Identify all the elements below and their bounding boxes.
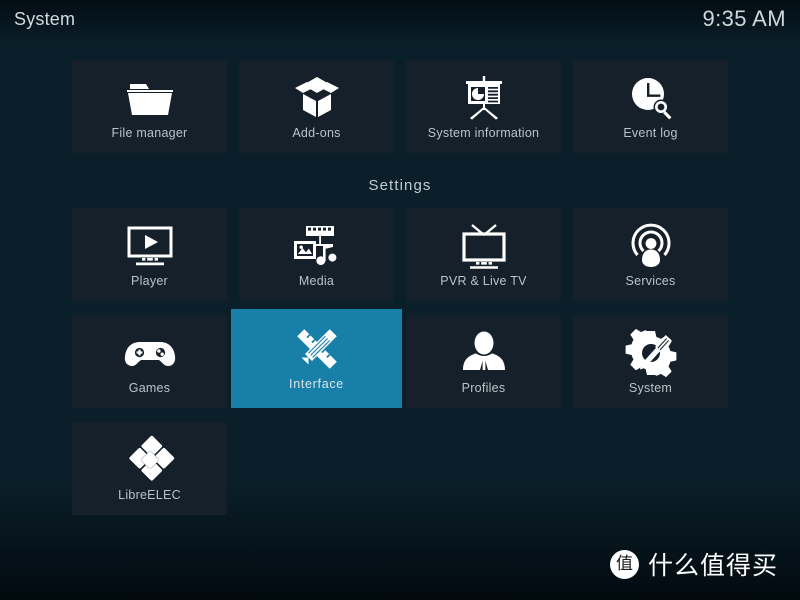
tile-player[interactable]: Player <box>72 208 227 301</box>
top-bar: System 9:35 AM <box>0 0 800 46</box>
clock: 9:35 AM <box>702 6 786 31</box>
pencil-ruler-icon <box>288 320 346 378</box>
tile-label: Add-ons <box>292 126 341 140</box>
media-library-icon <box>289 217 345 275</box>
watermark-badge-icon: 值 <box>609 549 639 579</box>
tile-file-manager[interactable]: File manager <box>72 60 227 153</box>
settings-section-label: Settings <box>368 177 432 194</box>
television-icon <box>457 217 511 275</box>
tile-pvr-live-tv[interactable]: PVR & Live TV <box>406 208 561 301</box>
watermark-text: 什么值得买 <box>647 551 778 580</box>
folder-icon <box>124 69 176 127</box>
tile-label: System information <box>427 126 540 140</box>
tile-interface[interactable]: Interface <box>231 309 402 408</box>
tile-services[interactable]: Services <box>573 208 728 301</box>
watermark: 值 什么值得买 <box>609 546 778 582</box>
kodi-system-screen: System 9:35 AM Settings File manager Add… <box>0 0 800 600</box>
tile-add-ons[interactable]: Add-ons <box>239 60 394 153</box>
clock-search-icon <box>625 69 677 127</box>
tile-label: Games <box>128 381 171 395</box>
tile-label: Media <box>298 274 335 288</box>
page-title: System <box>14 9 76 29</box>
user-bust-icon <box>459 324 509 382</box>
tile-label: LibreELEC <box>118 488 181 502</box>
gamepad-icon <box>122 324 178 382</box>
tile-label: Player <box>131 274 168 288</box>
tile-label: File manager <box>111 126 188 140</box>
tile-label: Services <box>625 274 676 288</box>
tile-label: PVR & Live TV <box>440 274 527 288</box>
presentation-chart-icon <box>458 69 510 127</box>
tile-system[interactable]: System <box>573 315 728 408</box>
monitor-play-icon <box>123 217 177 275</box>
tile-label: Interface <box>289 377 344 391</box>
tile-event-log[interactable]: Event log <box>573 60 728 153</box>
tile-grid: File manager Add-ons System information … <box>0 0 800 600</box>
gear-screwdriver-icon <box>624 324 678 382</box>
tile-system-information[interactable]: System information <box>406 60 561 153</box>
tile-profiles[interactable]: Profiles <box>406 315 561 408</box>
tile-libreelec[interactable]: LibreELEC <box>72 422 227 515</box>
broadcast-user-icon <box>625 217 677 275</box>
tile-games[interactable]: Games <box>72 315 227 408</box>
tile-label: System <box>628 381 673 395</box>
tile-label: Event log <box>623 126 678 140</box>
addon-box-icon <box>291 69 343 127</box>
libreelec-diamond-icon <box>123 431 177 489</box>
tile-media[interactable]: Media <box>239 208 394 301</box>
tile-label: Profiles <box>461 381 506 395</box>
